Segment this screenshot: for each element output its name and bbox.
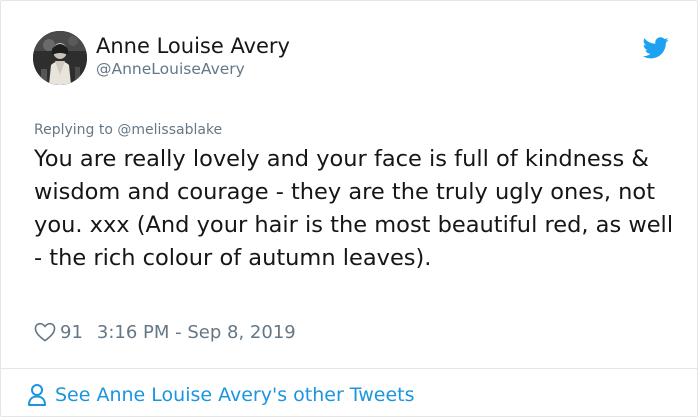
footer-divider [1,368,697,369]
replying-to-label: Replying to [34,122,113,138]
avatar-photo [33,31,87,85]
avatar[interactable] [33,31,87,85]
heart-outline-icon[interactable] [34,321,56,343]
author-name[interactable]: Anne Louise Avery [96,33,290,59]
see-other-tweets-link[interactable]: See Anne Louise Avery's other Tweets [27,381,415,409]
tweet-text: You are really lovely and your face is f… [34,146,674,271]
twitter-bird-icon[interactable] [642,37,669,59]
author-handle[interactable]: @AnneLouiseAvery [96,59,245,79]
person-outline-icon [27,383,47,407]
tweet-meta: 91 3:16 PM - Sep 8, 2019 [34,317,296,347]
tweet-timestamp[interactable]: 3:16 PM - Sep 8, 2019 [97,322,296,343]
reply-mention-link[interactable]: @melissablake [117,122,222,138]
like-count[interactable]: 91 [60,322,83,343]
replying-to: Replying to @melissablake [34,121,222,139]
tweet-card: Anne Louise Avery @AnneLouiseAvery Reply… [0,0,698,417]
see-other-tweets-label[interactable]: See Anne Louise Avery's other Tweets [55,384,415,406]
